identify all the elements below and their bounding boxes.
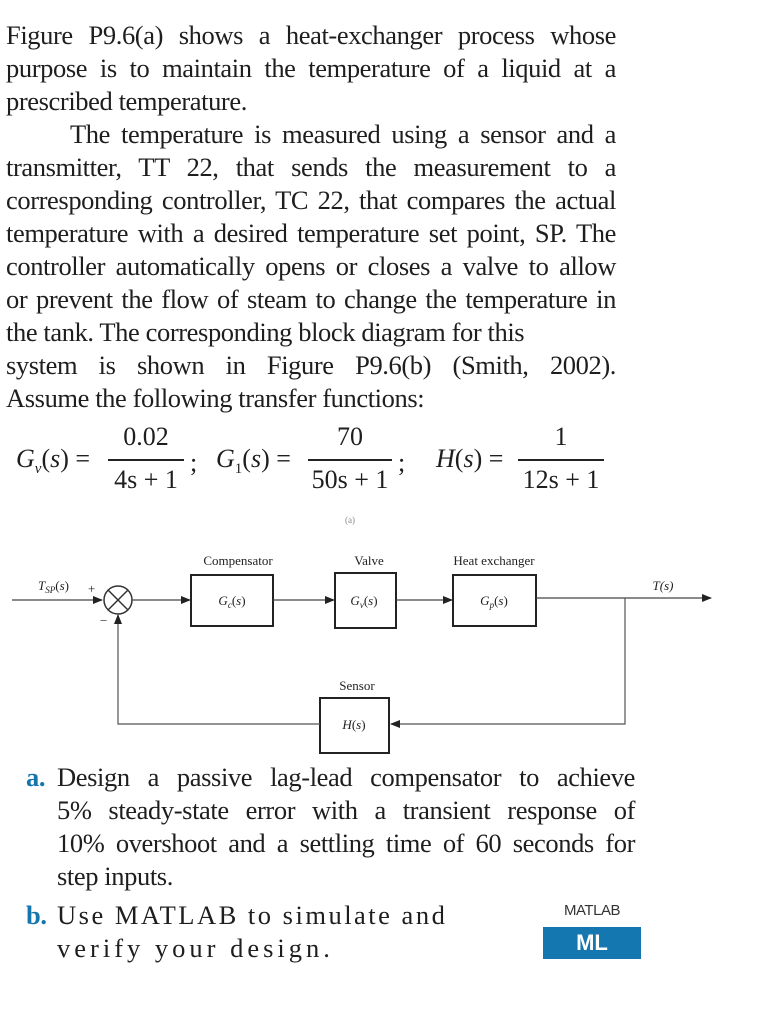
lhs-symbol: G	[16, 444, 35, 473]
compensator-title: Compensator	[203, 553, 273, 568]
separator: ;	[190, 448, 198, 477]
text-line: The temperature is measured using a sens…	[70, 119, 616, 149]
minus-sign: −	[100, 613, 107, 628]
matlab-caption: MATLAB	[564, 902, 620, 919]
question-marker: b.	[26, 900, 47, 930]
lhs-symbol: H	[436, 444, 455, 473]
question-marker: a.	[26, 762, 46, 792]
fraction-bar	[518, 459, 604, 461]
text-line: purpose is to maintain the temperature o…	[6, 53, 616, 83]
numerator: 70	[337, 422, 363, 451]
lhs-subscript: v	[34, 461, 42, 478]
text-line: transmitter, TT 22, that sends the measu…	[6, 152, 616, 182]
denominator: 12s + 1	[522, 465, 600, 494]
output-label: T(s)	[653, 578, 674, 593]
separator: ;	[398, 448, 406, 477]
text-line: prescribed temperature.	[6, 86, 247, 116]
sensor-tf: H(s)	[341, 717, 365, 732]
intro-paragraph-2: The temperature is measured using a sens…	[6, 118, 616, 415]
valve-tf: Gv(s)	[350, 593, 377, 610]
input-label: TSP(s)	[38, 578, 69, 595]
question-text: Design a passive lag-lead compensator to…	[57, 761, 635, 893]
text-line: Assume the following transfer functions:	[6, 383, 425, 413]
block-diagram: TSP(s) + − Compensator Gc(s) Valve Gv(s)…	[12, 553, 712, 754]
summing-junction	[103, 585, 133, 615]
numerator: 1	[554, 422, 568, 451]
text-line: 5% steady-state error with a transient r…	[57, 795, 635, 825]
feedback-path-right	[390, 598, 626, 728]
heat-exchanger-title: Heat exchanger	[453, 553, 535, 568]
denominator: 50s + 1	[311, 465, 389, 494]
sensor-title: Sensor	[339, 678, 375, 693]
text-line: step inputs.	[57, 861, 173, 891]
numerator: 0.02	[123, 422, 169, 451]
denominator: 4s + 1	[114, 465, 178, 494]
figure-caption-remnant: (a)	[345, 515, 355, 525]
matlab-badge: MATLAB ML	[543, 902, 641, 959]
valve-title: Valve	[354, 553, 384, 568]
fraction-bar	[108, 459, 184, 461]
plus-sign: +	[88, 581, 95, 596]
text-line: 10% overshoot and a settling time of 60 …	[57, 828, 635, 858]
compensator-tf: Gc(s)	[218, 593, 245, 610]
text-line: controller automatically opens or closes…	[6, 251, 616, 281]
lhs-subscript: 1	[234, 461, 243, 478]
text-line: corresponding controller, TC 22, that co…	[6, 185, 616, 215]
heat-exchanger-tf: Gp(s)	[480, 593, 508, 610]
text-line: system is shown in Figure P9.6(b) (Smith…	[6, 350, 616, 380]
ml-icon: ML	[543, 927, 641, 959]
text-line: the tank. The corresponding block diagra…	[6, 317, 525, 347]
text-line: or prevent the flow of steam to change t…	[6, 284, 616, 314]
equation-lhs: G1(s) =	[216, 444, 291, 478]
text-line: Design a passive lag-lead compensator to…	[57, 762, 635, 792]
feedback-path-left	[114, 614, 320, 725]
text-line: Figure P9.6(a) shows a heat-exchanger pr…	[6, 20, 616, 50]
lhs-symbol: G	[216, 444, 235, 473]
equation-lhs: H(s) =	[436, 444, 504, 473]
text-line: temperature with a desired temperature s…	[6, 218, 616, 248]
fraction-bar	[308, 459, 392, 461]
intro-paragraph-1: Figure P9.6(a) shows a heat-exchanger pr…	[6, 19, 616, 118]
equation-lhs: Gv(s) =	[16, 444, 91, 478]
